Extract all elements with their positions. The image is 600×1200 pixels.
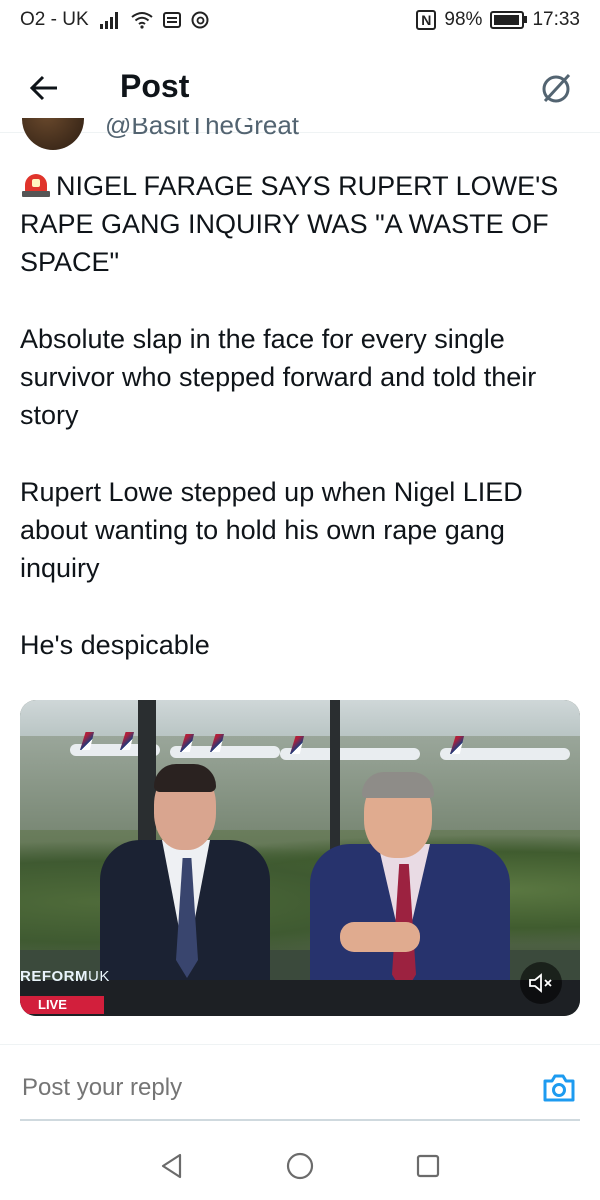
post-headline-paragraph: NIGEL FARAGE SAYS RUPERT LOWE'S RAPE GAN… — [20, 167, 580, 281]
grok-button[interactable] — [534, 66, 578, 110]
nfc-icon: N — [416, 10, 437, 30]
video-person-left — [100, 764, 280, 1010]
avatar[interactable] — [22, 118, 84, 150]
author-row[interactable]: @BasitTheGreat — [0, 118, 600, 150]
video-player[interactable]: REFORMUK LIVE — [20, 700, 580, 1016]
status-bar: O2 - UK N 98% 17:33 — [0, 0, 600, 40]
reply-underline — [20, 1119, 580, 1121]
signal-icon — [99, 12, 118, 29]
camera-button[interactable] — [540, 1071, 578, 1105]
video-person-right — [310, 772, 530, 1014]
video-sky — [20, 700, 580, 740]
reform-uk-logo: REFORMUK — [20, 968, 110, 985]
wifi-icon — [131, 12, 153, 29]
back-button[interactable] — [22, 66, 66, 110]
circle-home-icon — [286, 1152, 314, 1180]
nav-home-button[interactable] — [282, 1148, 318, 1184]
status-left: O2 - UK — [20, 9, 209, 31]
live-badge: LIVE — [20, 996, 104, 1014]
video-desk — [20, 980, 580, 1016]
post-paragraph: He's despicable — [20, 630, 210, 660]
clock: 17:33 — [532, 9, 580, 30]
triangle-back-icon — [161, 1153, 182, 1179]
post-text: NIGEL FARAGE SAYS RUPERT LOWE'S RAPE GAN… — [20, 167, 580, 703]
post-paragraph: Absolute slap in the face for every sing… — [20, 324, 537, 430]
status-right: N 98% 17:33 — [416, 9, 580, 31]
speaker-muted-icon — [529, 973, 552, 993]
author-handle[interactable]: @BasitTheGreat — [105, 118, 299, 141]
system-nav-bar — [0, 1134, 600, 1200]
threads-icon — [191, 11, 209, 29]
post-paragraph: Rupert Lowe stepped up when Nigel LIED a… — [20, 477, 523, 583]
siren-emoji-icon — [20, 172, 52, 198]
mute-button[interactable] — [520, 962, 562, 1004]
carrier-label: O2 - UK — [20, 9, 89, 30]
battery-icon — [490, 11, 528, 29]
arrow-left-icon — [29, 75, 57, 101]
square-recents-icon — [416, 1154, 440, 1178]
post-headline: NIGEL FARAGE SAYS RUPERT LOWE'S RAPE GAN… — [20, 171, 559, 277]
camera-icon — [543, 1074, 575, 1102]
page-title: Post — [120, 68, 190, 104]
reply-input[interactable] — [20, 1073, 504, 1103]
reply-bar — [0, 1044, 600, 1131]
nav-recents-button[interactable] — [410, 1148, 446, 1184]
notification-box-icon — [162, 12, 181, 28]
battery-percent: 98% — [444, 9, 483, 30]
grok-icon — [542, 73, 571, 103]
nav-back-button[interactable] — [154, 1148, 190, 1184]
